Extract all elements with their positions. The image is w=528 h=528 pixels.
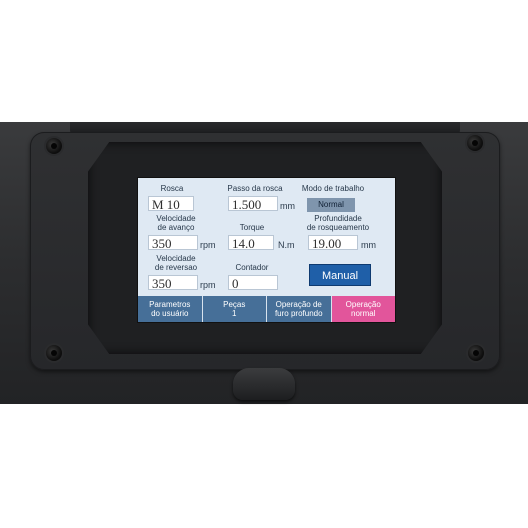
profundidade-field[interactable]: 19.00 <box>308 235 358 251</box>
vel-reversao-unit: rpm <box>200 280 216 290</box>
front-knob[interactable] <box>233 368 295 400</box>
tab-label-line1: Peças <box>223 300 246 309</box>
tab-pecas[interactable]: Peças 1 <box>202 296 267 322</box>
tab-parametros-usuario[interactable]: Parametros do usuário <box>138 296 203 322</box>
torque-label: Torque <box>239 223 265 232</box>
modo-label: Modo de trabalho <box>301 184 365 193</box>
torque-field[interactable]: 14.0 <box>228 235 274 251</box>
vel-reversao-label-2: de reversao <box>154 263 198 272</box>
passo-label: Passo da rosca <box>227 184 283 193</box>
profundidade-unit: mm <box>361 240 376 250</box>
tab-label-line1: Parametros <box>149 300 191 309</box>
contador-field[interactable]: 0 <box>228 275 278 291</box>
passo-unit: mm <box>280 201 295 211</box>
vel-reversao-field[interactable]: 350 <box>148 275 198 291</box>
tab-label-line2: normal <box>351 309 376 318</box>
manual-button[interactable]: Manual <box>309 264 371 286</box>
modo-selector[interactable]: Normal <box>307 198 355 212</box>
screw-icon <box>46 138 62 154</box>
tab-operacao-normal[interactable]: Operação normal <box>331 296 395 322</box>
contador-label: Contador <box>235 263 269 272</box>
vel-avanco-label-1: Velocidade <box>156 214 196 223</box>
vel-avanco-field[interactable]: 350 <box>148 235 198 251</box>
profundidade-label-2: de rosqueamento <box>306 223 370 232</box>
vel-avanco-label-2: de avanço <box>157 223 195 232</box>
vel-avanco-unit: rpm <box>200 240 216 250</box>
screw-icon <box>467 135 483 151</box>
tab-label-line1: Operação <box>345 300 381 309</box>
tab-label-line2: 1 <box>232 309 237 318</box>
tab-label-line1: Operação de <box>275 300 322 309</box>
screw-icon <box>46 345 62 361</box>
bottom-tab-bar: Parametros do usuário Peças 1 Operação d… <box>138 296 395 322</box>
rosca-field[interactable]: M 10 <box>148 196 194 212</box>
touch-screen: Rosca M 10 Passo da rosca 1.500 mm Modo … <box>137 177 396 323</box>
tab-furo-profundo[interactable]: Operação de furo profundo <box>267 296 332 322</box>
tab-label-line2: furo profundo <box>274 309 323 318</box>
vel-reversao-label-1: Velocidade <box>156 254 196 263</box>
rosca-label: Rosca <box>160 184 184 193</box>
torque-unit: N.m <box>278 240 295 250</box>
passo-field[interactable]: 1.500 <box>228 196 278 212</box>
tab-label-line2: do usuário <box>151 309 189 318</box>
profundidade-label-1: Profundidade <box>314 214 362 223</box>
screw-icon <box>468 345 484 361</box>
